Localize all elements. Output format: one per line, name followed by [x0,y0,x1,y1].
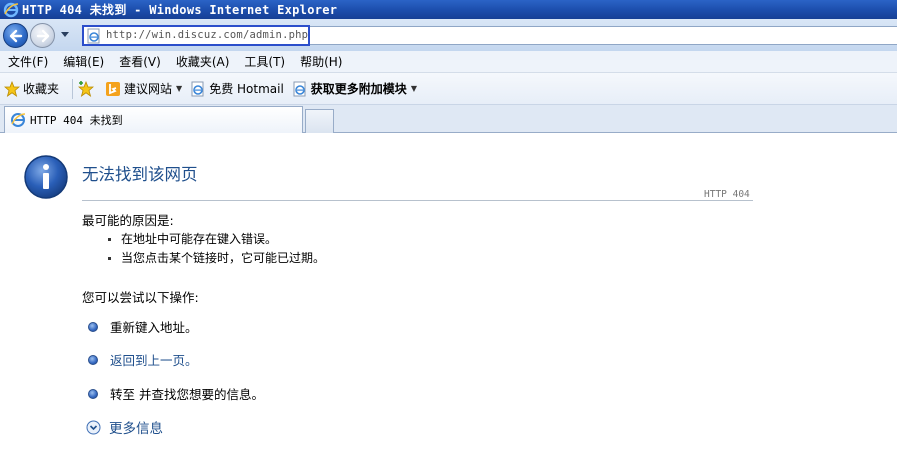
bullet-icon [88,388,98,399]
menu-tools[interactable]: 工具(T) [236,53,292,70]
menu-view[interactable]: 查看(V) [111,53,168,70]
favorites-bar: 收藏夹 建议网站 ▼ 免费 Hotmail 获取更多附加模块 ▼ [0,73,897,105]
favorites-label: 收藏夹 [23,82,60,96]
action-text: 重新键入地址。 [110,320,198,335]
more-info-link[interactable]: 更多信息 [86,417,163,437]
tab-ie-icon [11,113,26,127]
window-title: HTTP 404 未找到 - Windows Internet Explorer [22,3,338,17]
favorites-divider [72,78,74,99]
add-to-favorites-button[interactable] [78,78,97,100]
title-bar: HTTP 404 未找到 - Windows Internet Explorer [0,0,897,19]
reason-item: 当您点击某个链接时，它可能已过期。 [108,249,325,266]
reason-text: 在地址中可能存在键入错误。 [121,232,278,246]
action-text: 转至 并查找您想要的信息。 [110,387,264,402]
address-field-extension[interactable] [310,26,897,45]
add-favorite-star-icon [78,80,95,97]
back-arrow-icon [9,29,23,43]
forward-button[interactable] [30,23,55,48]
reason-bullet-icon [108,238,111,241]
ie-icon [3,2,19,17]
new-tab-button[interactable] [305,109,334,133]
get-addons-link[interactable]: 获取更多附加模块 ▼ [292,78,417,100]
page-content: 无法找到该网页 HTTP 404 最可能的原因是: 在地址中可能存在键入错误。 … [0,134,897,475]
suggested-sites-chevron-down-icon[interactable]: ▼ [176,84,182,93]
action-item-goto: 转至 并查找您想要的信息。 [88,384,264,403]
forward-arrow-icon [36,29,50,43]
bullet-icon [88,321,98,332]
page-title: 无法找到该网页 [82,165,198,184]
reason-item: 在地址中可能存在键入错误。 [108,230,277,247]
bullet-icon [88,354,98,365]
suggested-sites-label: 建议网站 [124,82,173,96]
recent-pages-chevron-down-icon[interactable] [60,31,70,39]
tab-strip: HTTP 404 未找到 [0,105,897,133]
menu-edit[interactable]: 编辑(E) [55,53,111,70]
addons-ie-icon [293,81,306,96]
suggested-sites-link[interactable]: 建议网站 ▼ [105,78,182,100]
menu-help[interactable]: 帮助(H) [292,53,349,70]
get-addons-chevron-down-icon[interactable]: ▼ [411,84,417,93]
page-ie-icon [87,28,100,44]
action-item-go-back[interactable]: 返回到上一页。 [88,350,198,369]
info-icon [24,155,68,199]
go-back-link[interactable]: 返回到上一页。 [110,350,198,369]
action-item-retype: 重新键入地址。 [88,317,198,336]
try-heading: 您可以尝试以下操作: [82,290,199,305]
tab-label: HTTP 404 未找到 [30,114,123,127]
http-status-code: HTTP 404 [704,189,750,200]
back-button[interactable] [3,23,28,48]
star-icon [4,80,20,97]
favorites-button[interactable]: 收藏夹 [4,78,59,100]
address-field[interactable]: http://win.discuz.com/admin.php [82,25,310,46]
menu-file[interactable]: 文件(F) [0,53,55,70]
hotmail-ie-icon [191,81,204,96]
reason-bullet-icon [108,257,111,260]
bing-icon [106,81,121,96]
menu-bar: 文件(F) 编辑(E) 查看(V) 收藏夹(A) 工具(T) 帮助(H) [0,51,897,73]
free-hotmail-label: 免费 Hotmail [209,82,284,96]
reason-text: 当您点击某个链接时，它可能已过期。 [121,251,326,265]
address-url: http://win.discuz.com/admin.php [106,29,309,41]
menu-favorites[interactable]: 收藏夹(A) [168,53,237,70]
free-hotmail-link[interactable]: 免费 Hotmail [190,78,284,100]
tab-http-404[interactable]: HTTP 404 未找到 [4,106,303,133]
heading-divider [82,200,753,201]
address-toolbar: http://win.discuz.com/admin.php [0,19,897,51]
expand-icon [86,420,101,434]
more-info-label: 更多信息 [109,421,163,437]
reasons-heading: 最可能的原因是: [82,213,174,228]
get-addons-label: 获取更多附加模块 [310,82,407,96]
